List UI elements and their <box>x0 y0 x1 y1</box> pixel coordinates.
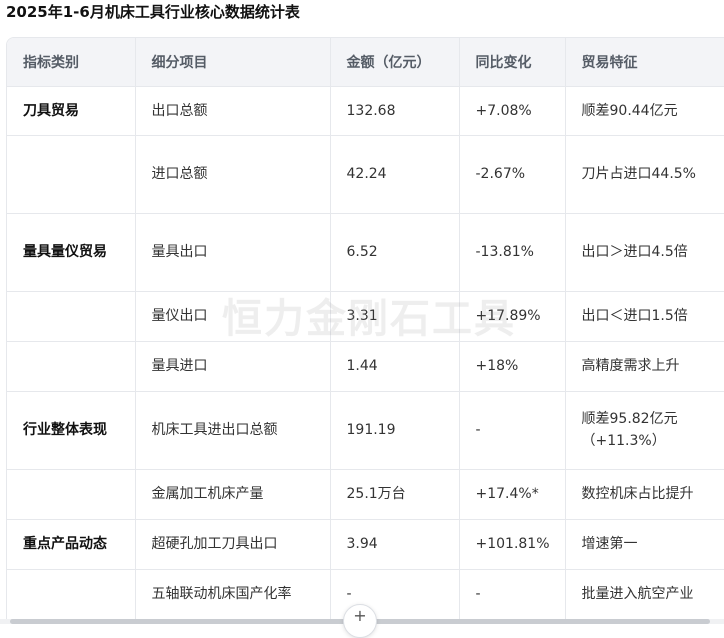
cell-amount: 6.52 <box>330 213 460 292</box>
cell-item: 量仪出口 <box>135 291 331 342</box>
cell-feature: 高精度需求上升 <box>565 341 724 392</box>
cell-category <box>7 135 136 214</box>
table-row: 进口总额 42.24 -2.67% 刀片占进口44.5% <box>7 135 724 214</box>
table-row: 量具量仪贸易 量具出口 6.52 -13.81% 出口＞进口4.5倍 <box>7 213 724 292</box>
cell-yoy: -13.81% <box>459 213 566 292</box>
cell-feature: 出口＜进口1.5倍 <box>565 291 724 342</box>
cell-yoy: +17.4%* <box>459 469 566 520</box>
cell-feature: 批量进入航空产业 <box>565 569 724 620</box>
cell-feature: 增速第一 <box>565 519 724 570</box>
table-row: 刀具贸易 出口总额 132.68 +7.08% 顺差90.44亿元 <box>7 86 724 136</box>
cell-amount: 42.24 <box>330 135 460 214</box>
cell-item: 机床工具进出口总额 <box>135 391 331 470</box>
cell-item: 量具进口 <box>135 341 331 392</box>
cell-category: 重点产品动态 <box>7 519 136 570</box>
cell-amount: 191.19 <box>330 391 460 470</box>
cell-amount: 3.31 <box>330 291 460 342</box>
cell-amount: 25.1万台 <box>330 469 460 520</box>
header-item: 细分项目 <box>135 38 331 87</box>
cell-category <box>7 469 136 520</box>
cell-yoy: - <box>459 569 566 620</box>
cell-category <box>7 569 136 620</box>
cell-category: 行业整体表现 <box>7 391 136 470</box>
cell-feature: 数控机床占比提升 <box>565 469 724 520</box>
table-row: 量仪出口 3.31 +17.89% 出口＜进口1.5倍 <box>7 291 724 342</box>
cell-category: 量具量仪贸易 <box>7 213 136 292</box>
header-yoy: 同比变化 <box>459 38 566 87</box>
cell-item: 进口总额 <box>135 135 331 214</box>
table-row: 重点产品动态 超硬孔加工刀具出口 3.94 +101.81% 增速第一 <box>7 519 724 570</box>
page-title: 2025年1-6月机床工具行业核心数据统计表 <box>6 3 300 21</box>
cell-item: 金属加工机床产量 <box>135 469 331 520</box>
header-amount: 金额（亿元） <box>330 38 460 87</box>
cell-item: 五轴联动机床国产化率 <box>135 569 331 620</box>
cell-item: 出口总额 <box>135 86 331 136</box>
data-table: 指标类别 细分项目 金额（亿元） 同比变化 贸易特征 刀具贸易 出口总额 132… <box>7 38 724 620</box>
cell-yoy: +101.81% <box>459 519 566 570</box>
expand-button[interactable]: + <box>343 604 377 638</box>
cell-amount: 3.94 <box>330 519 460 570</box>
cell-feature: 顺差90.44亿元 <box>565 86 724 136</box>
cell-yoy: +7.08% <box>459 86 566 136</box>
cell-item: 超硬孔加工刀具出口 <box>135 519 331 570</box>
cell-item: 量具出口 <box>135 213 331 292</box>
table-row: 量具进口 1.44 +18% 高精度需求上升 <box>7 341 724 392</box>
table-row: 行业整体表现 机床工具进出口总额 191.19 - 顺差95.82亿元（+11.… <box>7 391 724 470</box>
data-table-container[interactable]: 指标类别 细分项目 金额（亿元） 同比变化 贸易特征 刀具贸易 出口总额 132… <box>6 37 724 624</box>
header-category: 指标类别 <box>7 38 136 87</box>
cell-category <box>7 291 136 342</box>
cell-category: 刀具贸易 <box>7 86 136 136</box>
header-feature: 贸易特征 <box>565 38 724 87</box>
cell-feature: 出口＞进口4.5倍 <box>565 213 724 292</box>
cell-yoy: +17.89% <box>459 291 566 342</box>
cell-yoy: -2.67% <box>459 135 566 214</box>
cell-yoy: +18% <box>459 341 566 392</box>
cell-feature: 刀片占进口44.5% <box>565 135 724 214</box>
cell-feature: 顺差95.82亿元（+11.3%） <box>565 391 724 470</box>
table-header-row: 指标类别 细分项目 金额（亿元） 同比变化 贸易特征 <box>7 38 724 87</box>
plus-icon: + <box>353 606 367 625</box>
cell-amount: 1.44 <box>330 341 460 392</box>
cell-amount: 132.68 <box>330 86 460 136</box>
table-row: 金属加工机床产量 25.1万台 +17.4%* 数控机床占比提升 <box>7 469 724 520</box>
cell-yoy: - <box>459 391 566 470</box>
cell-category <box>7 341 136 392</box>
